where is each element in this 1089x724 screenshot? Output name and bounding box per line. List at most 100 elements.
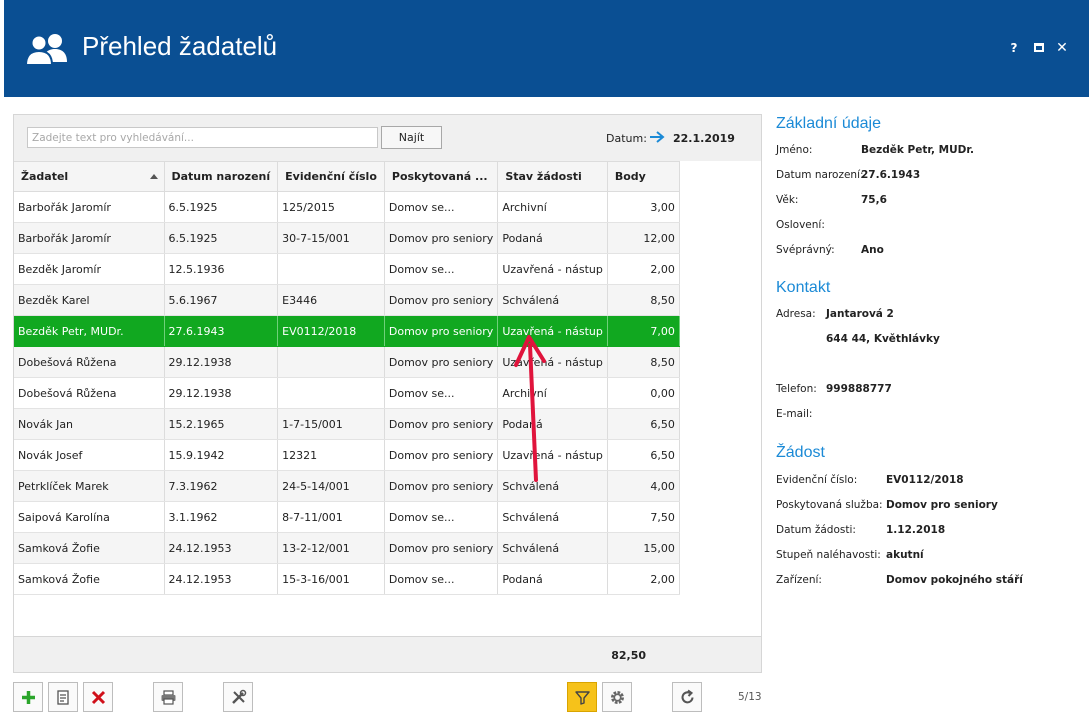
settings-button[interactable]	[602, 682, 632, 712]
request-date-value: 1.12.2018	[886, 524, 946, 536]
table-row[interactable]: Dobešová Růžena 29.12.1938 Domov pro senio…	[14, 346, 680, 378]
cell-points: 7,50	[607, 501, 680, 533]
cell-points: 3,00	[607, 191, 680, 223]
name-value: Bezděk Petr, MUDr.	[861, 144, 974, 156]
find-button[interactable]: Najít	[381, 126, 442, 149]
search-bar: Najít Datum: 22.1.2019	[14, 115, 761, 161]
cell-service: Domov pro seniory	[384, 470, 499, 502]
cell-points: 7,00	[607, 315, 680, 347]
cell-request-state: Podaná	[497, 222, 608, 254]
cell-record-number: 8-7-11/001	[277, 501, 385, 533]
section-title-request: Žádost	[776, 444, 825, 461]
search-input[interactable]	[27, 127, 378, 148]
table-row[interactable]: Bezděk Karel 5.6.1967 E3446 Domov pro senio…	[14, 284, 680, 316]
birth-date-value: 27.6.1943	[861, 169, 921, 181]
cell-birth-date: 6.5.1925	[164, 191, 279, 223]
table-row[interactable]: Petrklíček Marek 7.3.1962 24-5-14/001 Domov…	[14, 470, 680, 502]
applicants-grid: Žadatel Datum narození Evidenční číslo P…	[14, 161, 680, 595]
column-header-service[interactable]: Poskytovaná ...	[384, 161, 499, 192]
close-button[interactable]: ✕	[1054, 40, 1070, 56]
column-header-points[interactable]: Body	[607, 161, 680, 192]
birth-date-label: Datum narození:	[776, 169, 864, 181]
annotation-arrow-icon	[514, 335, 546, 482]
table-row[interactable]: Dobešová Růžena 29.12.1938 Domov se... Arch…	[14, 377, 680, 409]
edit-button[interactable]	[48, 682, 78, 712]
page-counter: 5/13	[738, 691, 762, 703]
cell-birth-date: 29.12.1938	[164, 377, 279, 409]
table-row[interactable]: Novák Josef 15.9.1942 12321 Domov pro senio…	[14, 439, 680, 471]
help-button[interactable]: ?	[1006, 40, 1022, 56]
add-icon	[22, 691, 35, 704]
cell-points: 6,50	[607, 439, 680, 471]
delete-icon	[91, 690, 106, 705]
cell-request-state: Archivní	[497, 191, 608, 223]
cell-record-number: 1-7-15/001	[277, 408, 385, 440]
table-row[interactable]: Bezděk Petr, MUDr. 27.6.1943 EV0112/2018 Do…	[14, 315, 680, 347]
column-header-request-state[interactable]: Stav žádosti	[497, 161, 608, 192]
users-icon	[24, 34, 67, 66]
cell-applicant: Bezděk Jaromír	[14, 253, 165, 285]
table-row[interactable]: Saipová Karolína 3.1.1962 8-7-11/001 Domov …	[14, 501, 680, 533]
section-title-contact: Kontakt	[776, 279, 831, 296]
cell-birth-date: 29.12.1938	[164, 346, 279, 378]
cell-applicant: Novák Jan	[14, 408, 165, 440]
cell-record-number: E3446	[277, 284, 385, 316]
cell-points: 6,50	[607, 408, 680, 440]
refresh-button[interactable]	[672, 682, 702, 712]
cell-applicant: Bezděk Karel	[14, 284, 165, 316]
print-button[interactable]	[153, 682, 183, 712]
cell-service: Domov pro seniory	[384, 408, 499, 440]
tools-button[interactable]	[223, 682, 253, 712]
table-row[interactable]: Barbořák Jaromír 6.5.1925 125/2015 Domov se…	[14, 191, 680, 223]
table-row[interactable]: Samková Žofie 24.12.1953 13-2-12/001 Domov …	[14, 532, 680, 564]
column-header-birth-date[interactable]: Datum narození	[164, 161, 279, 192]
cell-birth-date: 12.5.1936	[164, 253, 279, 285]
email-label: E-mail:	[776, 408, 813, 420]
facility-value: Domov pokojného stáří	[886, 574, 1023, 586]
cell-record-number: EV0112/2018	[277, 315, 385, 347]
filter-button[interactable]	[567, 682, 597, 712]
delete-button[interactable]	[83, 682, 113, 712]
legal-capacity-value: Ano	[861, 244, 884, 256]
cell-service: Domov pro seniory	[384, 532, 499, 564]
sort-ascending-icon	[149, 174, 158, 179]
cell-service: Domov pro seniory	[384, 284, 499, 316]
refresh-icon	[681, 689, 694, 704]
cell-birth-date: 15.9.1942	[164, 439, 279, 471]
cell-birth-date: 15.2.1965	[164, 408, 279, 440]
request-date-label: Datum žádosti:	[776, 524, 856, 536]
table-row[interactable]: Samková Žofie 24.12.1953 15-3-16/001 Domov …	[14, 563, 680, 595]
grid-header-row: Žadatel Datum narození Evidenční číslo P…	[14, 161, 680, 192]
tools-icon	[232, 689, 247, 704]
table-row[interactable]: Barbořák Jaromír 6.5.1925 30-7-15/001 Domov…	[14, 222, 680, 254]
column-header-applicant[interactable]: Žadatel	[14, 161, 165, 192]
table-row[interactable]: Bezděk Jaromír 12.5.1936 Domov se... Uzavře…	[14, 253, 680, 285]
address-label: Adresa:	[776, 308, 816, 320]
cell-birth-date: 7.3.1962	[164, 470, 279, 502]
cell-service: Domov se...	[384, 253, 499, 285]
add-button[interactable]	[13, 682, 43, 712]
cell-applicant: Bezděk Petr, MUDr.	[14, 315, 165, 347]
date-value: 22.1.2019	[673, 132, 735, 145]
phone-label: Telefon:	[776, 383, 817, 395]
urgency-value: akutní	[886, 549, 924, 561]
cell-service: Domov se...	[384, 563, 499, 595]
cell-request-state: Schválená	[497, 501, 608, 533]
grid-footer: 82,50	[14, 636, 761, 672]
maximize-button[interactable]	[1031, 40, 1047, 56]
cell-points: 8,50	[607, 284, 680, 316]
window-title: Přehled žadatelů	[82, 31, 278, 61]
edit-icon	[57, 690, 69, 705]
cell-service: Domov se...	[384, 501, 499, 533]
column-header-record-number[interactable]: Evidenční číslo	[277, 161, 385, 192]
cell-service: Domov pro seniory	[384, 439, 499, 471]
cell-birth-date: 6.5.1925	[164, 222, 279, 254]
facility-label: Zařízení:	[776, 574, 822, 586]
address-line2: 644 44, Květhlávky	[826, 333, 940, 345]
age-value: 75,6	[861, 194, 887, 206]
cell-applicant: Petrklíček Marek	[14, 470, 165, 502]
age-label: Věk:	[776, 194, 799, 206]
cell-birth-date: 3.1.1962	[164, 501, 279, 533]
arrow-right-icon	[650, 131, 665, 143]
table-row[interactable]: Novák Jan 15.2.1965 1-7-15/001 Domov pro se…	[14, 408, 680, 440]
